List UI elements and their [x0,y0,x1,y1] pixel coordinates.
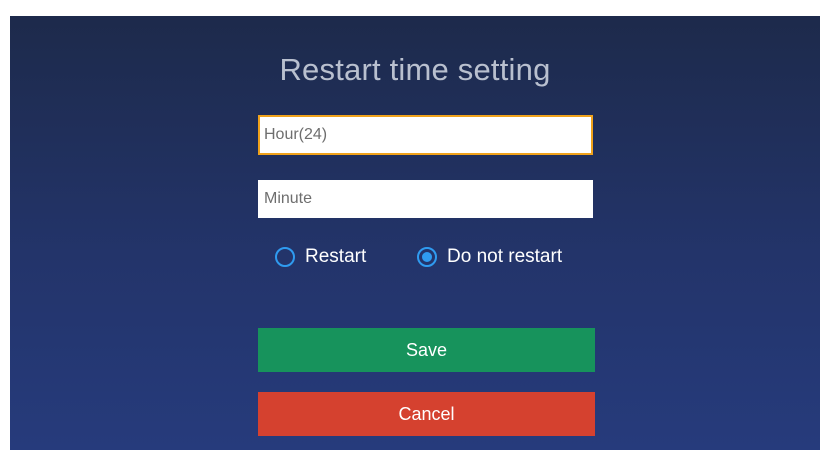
radio-restart[interactable]: Restart [275,246,366,268]
save-button[interactable]: Save [258,328,595,372]
radio-do-not-restart-circle-icon[interactable] [417,247,437,267]
radio-restart-circle-icon[interactable] [275,247,295,267]
radio-do-not-restart-label: Do not restart [447,246,563,267]
cancel-button[interactable]: Cancel [258,392,595,436]
dialog-title: Restart time setting [279,52,551,87]
restart-time-dialog: Restart time setting Restart Do not rest… [10,16,820,450]
radio-restart-label: Restart [305,246,367,267]
radio-do-not-restart[interactable]: Do not restart [417,246,562,268]
minute-input[interactable] [258,180,593,218]
hour-input[interactable] [258,115,593,155]
restart-options: Restart Do not restart [10,246,820,272]
